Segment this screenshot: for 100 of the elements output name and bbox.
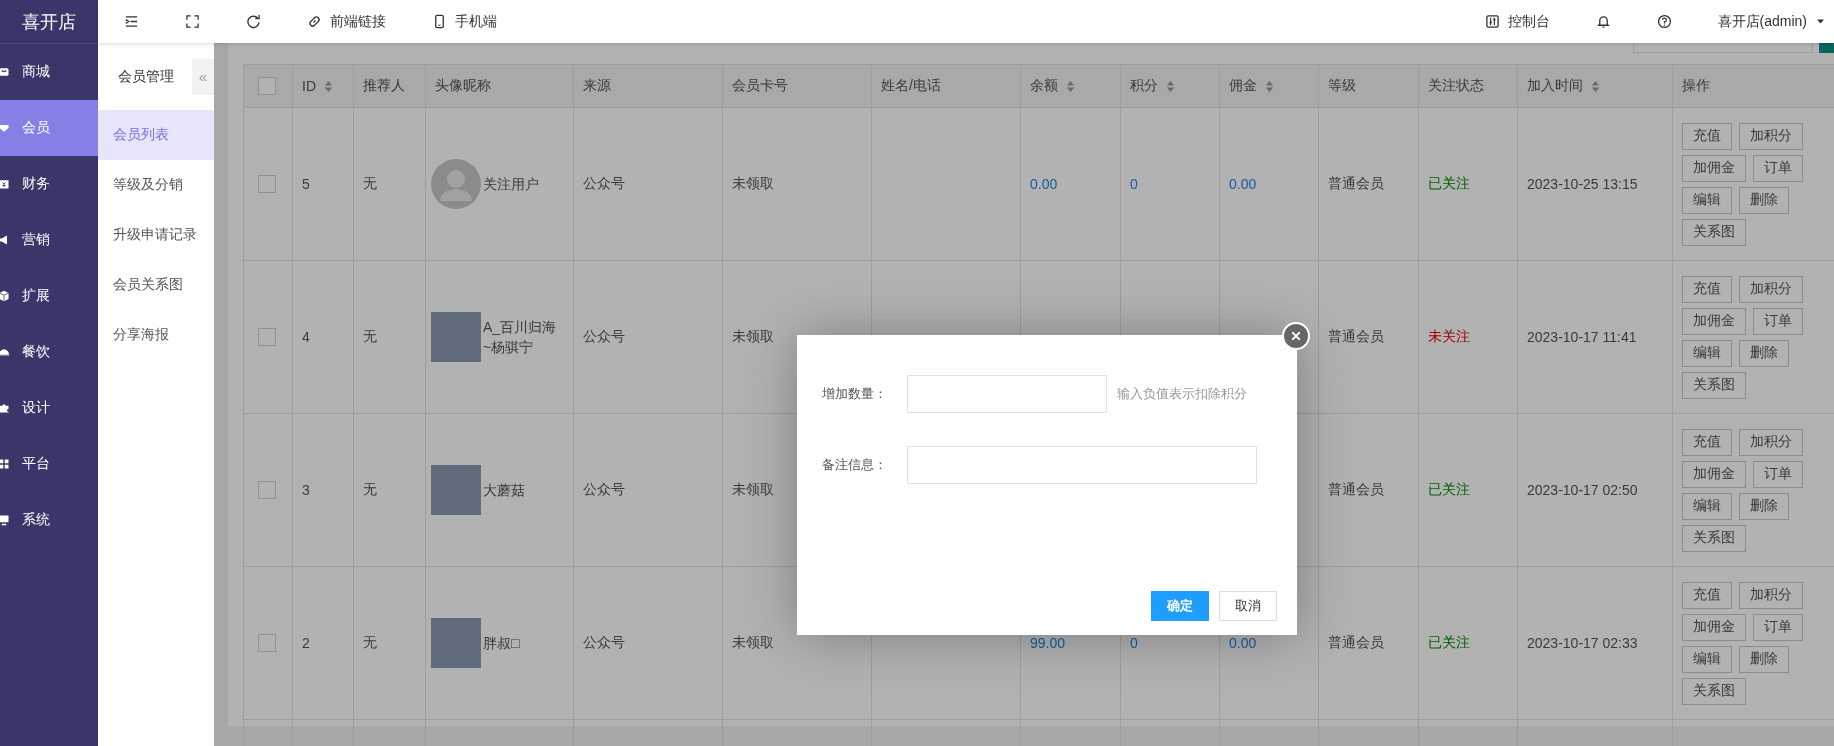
action-button[interactable]: 加佣金 (1682, 154, 1746, 182)
action-button[interactable]: 编辑 (1682, 492, 1732, 520)
top-link[interactable]: 前端链接 (291, 12, 402, 31)
sortable-column-header[interactable]: 佣金 (1229, 77, 1274, 95)
action-button[interactable]: 删除 (1739, 186, 1789, 214)
field-label: 备注信息： (822, 456, 888, 474)
checkbox[interactable] (258, 634, 276, 653)
table-cell: 无 (363, 175, 377, 191)
subnav-item[interactable]: 升级申请记录 (98, 210, 214, 260)
action-button[interactable]: 订单 (1753, 307, 1803, 335)
field-label: 增加数量： (822, 385, 888, 403)
subnav-item[interactable]: 会员列表 (98, 110, 214, 160)
sortable-column-header[interactable]: 余额 (1030, 77, 1075, 95)
table-cell: 无 (363, 634, 377, 650)
link-icon (307, 14, 322, 29)
table-cell: 3 (302, 482, 310, 498)
checkbox[interactable] (258, 175, 276, 194)
table-cell: 2023-10-17 11:41 (1527, 329, 1637, 345)
column-header: 来源 (583, 77, 611, 95)
refresh-icon[interactable] (246, 14, 261, 29)
photo-placeholder (431, 618, 481, 668)
action-button[interactable]: 充值 (1682, 581, 1732, 609)
action-button[interactable]: 删除 (1739, 339, 1789, 367)
bell-icon[interactable] (1595, 14, 1611, 29)
column-header: 等级 (1328, 77, 1356, 95)
action-button[interactable]: 加积分 (1739, 275, 1803, 303)
table-cell: 公众号 (583, 328, 625, 344)
column-header: 头像昵称 (435, 77, 491, 95)
follow-status: 未关注 (1428, 328, 1470, 344)
cancel-button[interactable]: 取消 (1219, 591, 1277, 621)
sidebar-item[interactable]: 商城 (0, 44, 98, 100)
caret-icon (1815, 16, 1826, 27)
action-button[interactable]: 关系图 (1682, 524, 1746, 552)
column-header: 会员卡号 (732, 77, 788, 95)
action-button[interactable]: 充值 (1682, 122, 1732, 150)
sortable-column-header[interactable]: 积分 (1130, 77, 1175, 95)
action-button[interactable]: 编辑 (1682, 186, 1732, 214)
sidebar-item[interactable]: 设计 (0, 380, 98, 436)
action-button[interactable]: 加佣金 (1682, 307, 1746, 335)
sidebar-item[interactable]: 平台 (0, 436, 98, 492)
dish-icon (0, 346, 10, 358)
column-header: 姓名/电话 (881, 77, 941, 95)
action-button[interactable]: 加佣金 (1682, 613, 1746, 641)
action-button[interactable]: 订单 (1753, 460, 1803, 488)
subnav-title: 会员管理 (118, 67, 174, 86)
action-button[interactable]: 删除 (1739, 492, 1789, 520)
column-header: 推荐人 (363, 77, 405, 95)
top-link[interactable]: 手机端 (416, 12, 513, 31)
follow-status: 已关注 (1428, 481, 1470, 497)
sidebar-item[interactable]: 会员 (0, 100, 98, 156)
sortable-column-header[interactable]: 加入时间 (1527, 77, 1600, 95)
subnav-item[interactable]: 会员关系图 (98, 260, 214, 310)
table-cell: 4 (302, 329, 310, 345)
fullscreen-icon[interactable] (185, 14, 200, 29)
sortable-column-header[interactable]: ID (302, 78, 333, 94)
action-button[interactable]: 充值 (1682, 428, 1732, 456)
grid-icon (0, 458, 10, 470)
table-cell: 无 (363, 328, 377, 344)
sidebar-item[interactable]: 财务 (0, 156, 98, 212)
top-link[interactable]: 控制台 (1468, 12, 1566, 31)
input-field[interactable] (907, 375, 1107, 413)
sidebar-item[interactable]: 营销 (0, 212, 98, 268)
action-button[interactable]: 加积分 (1739, 581, 1803, 609)
action-button[interactable]: 编辑 (1682, 645, 1732, 673)
action-button[interactable]: 加积分 (1739, 122, 1803, 150)
checkbox[interactable] (258, 481, 276, 500)
action-button[interactable]: 关系图 (1682, 218, 1746, 246)
nickname: 胖叔□ (483, 634, 521, 653)
action-button[interactable]: 关系图 (1682, 371, 1746, 399)
checkbox[interactable] (258, 328, 276, 347)
sort-icon[interactable] (1265, 79, 1274, 93)
close-icon (1290, 330, 1302, 342)
top-link[interactable]: 喜开店(admin) (1701, 12, 1834, 31)
table-cell: 5 (302, 176, 310, 192)
action-button[interactable]: 加积分 (1739, 428, 1803, 456)
phone-icon (432, 14, 447, 29)
action-button[interactable]: 充值 (1682, 275, 1732, 303)
console-icon (1484, 14, 1500, 29)
action-button[interactable]: 订单 (1753, 613, 1803, 641)
action-button[interactable]: 删除 (1739, 645, 1789, 673)
sort-icon[interactable] (1066, 79, 1075, 93)
menu-icon[interactable] (124, 14, 139, 29)
sort-icon[interactable] (324, 79, 333, 93)
checkbox[interactable] (258, 77, 276, 96)
action-button[interactable]: 编辑 (1682, 339, 1732, 367)
sort-icon[interactable] (1166, 79, 1175, 93)
help-icon[interactable] (1656, 14, 1672, 29)
sort-icon[interactable] (1591, 79, 1600, 93)
nickname: 关注用户 (483, 175, 540, 194)
sidebar-item[interactable]: 扩展 (0, 268, 98, 324)
subnav-item[interactable]: 等级及分销 (98, 160, 214, 210)
action-button[interactable]: 加佣金 (1682, 460, 1746, 488)
table-cell: 普通会员 (1328, 634, 1384, 650)
table-cell: 0 (1130, 176, 1138, 192)
action-button[interactable]: 订单 (1753, 154, 1803, 182)
sidebar-item[interactable]: 餐饮 (0, 324, 98, 380)
subnav-item[interactable]: 分享海报 (98, 310, 214, 360)
input-field[interactable] (907, 446, 1257, 484)
sidebar-item[interactable]: 系统 (0, 492, 98, 548)
action-button[interactable]: 关系图 (1682, 677, 1746, 705)
